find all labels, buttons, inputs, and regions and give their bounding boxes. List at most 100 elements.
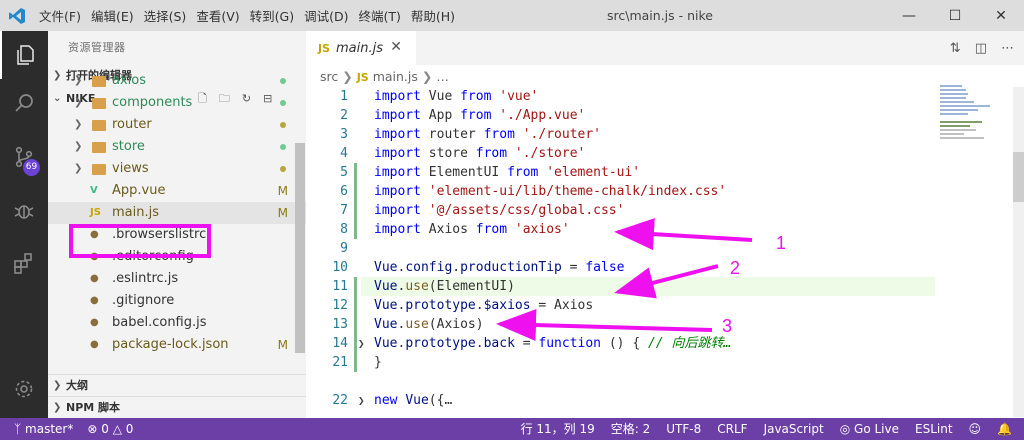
fold-chevron-icon[interactable]: ❯ — [358, 391, 365, 410]
code-token: Vue — [420, 89, 461, 104]
code-token: (ElementUI) — [428, 279, 515, 294]
js-file-icon: JS — [356, 71, 369, 84]
sidebar-scrollbar[interactable] — [295, 143, 305, 353]
minimap[interactable] — [938, 83, 1008, 193]
code-token: import — [374, 146, 421, 161]
code-token: 'element-ui' — [546, 165, 641, 180]
tab-main-js[interactable]: JS main.js ✕ — [306, 31, 416, 65]
encoding[interactable]: UTF-8 — [666, 418, 701, 440]
git-modified-badge: M — [277, 206, 288, 220]
chevron-right-icon: ❯ — [53, 402, 62, 413]
code-line: 22 ❯ new Vue({… — [306, 391, 1024, 410]
extensions-icon[interactable] — [0, 239, 48, 287]
end-of-line[interactable]: CRLF — [717, 418, 747, 440]
code-line: 14 ❯ Vue.prototype.back = function () { //… — [306, 334, 1024, 353]
line-number: 3 — [340, 127, 348, 142]
minimize-icon[interactable]: — — [886, 0, 932, 31]
line-number: 8 — [340, 222, 348, 237]
code-token: Vue — [374, 260, 398, 275]
tree-item[interactable]: ● package-lock.json M — [48, 334, 306, 356]
code-text: import ElementUI from 'element-ui' — [374, 163, 640, 182]
notifications-bell-icon[interactable]: 🔔 — [997, 418, 1012, 440]
editor-scrollbar[interactable] — [1013, 87, 1024, 417]
more-actions-icon[interactable]: ⋯ — [1001, 41, 1014, 56]
code-line: 8 import Axios from 'axios' — [306, 220, 1024, 239]
cursor-position[interactable]: 行 11，列 19 — [521, 418, 595, 440]
breadcrumb-file[interactable]: main.js — [373, 69, 418, 84]
code-text: Vue.config.productionTip = false — [374, 258, 624, 277]
code-token: Axios — [420, 222, 476, 237]
code-token: from — [475, 146, 508, 161]
window-title: src\main.js - nike — [607, 8, 713, 23]
menu-item[interactable]: 选择(S) — [139, 6, 192, 25]
close-tab-icon[interactable]: ✕ — [390, 39, 402, 55]
tree-item[interactable]: ❯ router — [48, 114, 306, 136]
fold-chevron-icon[interactable]: ❯ — [358, 334, 365, 353]
menu-item[interactable]: 编辑(E) — [86, 6, 139, 25]
menu-item[interactable]: 调试(D) — [299, 6, 353, 25]
code-token: false — [585, 260, 625, 275]
debug-icon[interactable] — [0, 187, 48, 235]
code-token: import — [374, 184, 421, 199]
code-token: new — [374, 393, 398, 408]
tree-item[interactable]: ● babel.config.js — [48, 312, 306, 334]
tab-bar: JS main.js ✕ ⇅ ◫ ⋯ — [306, 31, 1024, 65]
line-number: 1 — [340, 89, 348, 104]
file-icon: ● — [90, 273, 99, 284]
js-file-icon: JS — [318, 41, 331, 55]
tree-item[interactable]: ❯ axios — [48, 70, 306, 92]
eslint-status[interactable]: ESLint — [915, 418, 953, 440]
code-line: 11 Vue.use(ElementUI) — [306, 277, 1024, 296]
menu-item[interactable]: 查看(V) — [191, 6, 244, 25]
scrollbar-thumb[interactable] — [1013, 152, 1024, 202]
go-live-button[interactable]: ◎ Go Live — [840, 418, 899, 440]
code-text: import Vue from 'vue' — [374, 87, 538, 106]
code-token: 'axios' — [514, 222, 570, 237]
menu-item[interactable]: 帮助(H) — [406, 6, 460, 25]
menu-item[interactable]: 转到(G) — [245, 6, 299, 25]
tree-item[interactable]: V App.vue M — [48, 180, 306, 202]
code-token: import — [374, 108, 421, 123]
indentation[interactable]: 空格: 2 — [611, 418, 651, 440]
problems-indicator[interactable]: ⊗ 0 △ 0 — [87, 418, 133, 440]
highlight-box-main-js — [69, 224, 211, 258]
source-control-icon[interactable]: 69 — [0, 133, 48, 181]
search-icon[interactable] — [0, 79, 48, 127]
vue-file-icon: V — [90, 185, 98, 196]
tree-item-label: store — [112, 139, 145, 154]
git-status-dot — [280, 166, 286, 172]
folder-icon — [92, 164, 106, 175]
code-line: 5 import ElementUI from 'element-ui' — [306, 163, 1024, 182]
chevron-right-icon: ❯ — [74, 141, 83, 152]
language-mode[interactable]: JavaScript — [764, 418, 824, 440]
code-line: 6 import 'element-ui/lib/theme-chalk/inde… — [306, 182, 1024, 201]
npm-scripts-section[interactable]: ❯ NPM 脚本 — [48, 396, 306, 418]
code-token: use — [405, 317, 429, 332]
split-editor-icon[interactable]: ◫ — [975, 41, 987, 56]
settings-gear-icon[interactable] — [0, 365, 48, 413]
tree-item[interactable]: ❯ store — [48, 136, 306, 158]
tree-item[interactable]: ❯ components — [48, 92, 306, 114]
menu-item[interactable]: 终端(T) — [353, 6, 405, 25]
breadcrumb-folder[interactable]: src — [320, 69, 338, 84]
close-icon[interactable]: ✕ — [978, 0, 1024, 31]
maximize-icon[interactable]: ☐ — [932, 0, 978, 31]
line-number: 22 — [332, 393, 348, 408]
code-token: Vue — [405, 393, 429, 408]
menu-item[interactable]: 文件(F) — [34, 6, 86, 25]
tree-item[interactable]: ❯ views — [48, 158, 306, 180]
outline-section[interactable]: ❯ 大纲 — [48, 374, 306, 396]
error-icon: ⊗ — [87, 422, 98, 436]
feedback-icon[interactable]: ☺ — [969, 418, 982, 440]
tree-item-label: .gitignore — [112, 293, 175, 308]
tree-item[interactable]: ● .eslintrc.js — [48, 268, 306, 290]
line-number: 14 — [332, 336, 348, 351]
tree-item[interactable]: JS main.js M — [48, 202, 306, 224]
branch-indicator[interactable]: ᛉ master* — [14, 418, 73, 440]
explorer-icon[interactable] — [0, 31, 48, 79]
open-changes-icon[interactable]: ⇅ — [950, 41, 961, 56]
breadcrumb-symbol[interactable]: … — [436, 69, 449, 84]
tree-item[interactable]: ● .gitignore — [48, 290, 306, 312]
